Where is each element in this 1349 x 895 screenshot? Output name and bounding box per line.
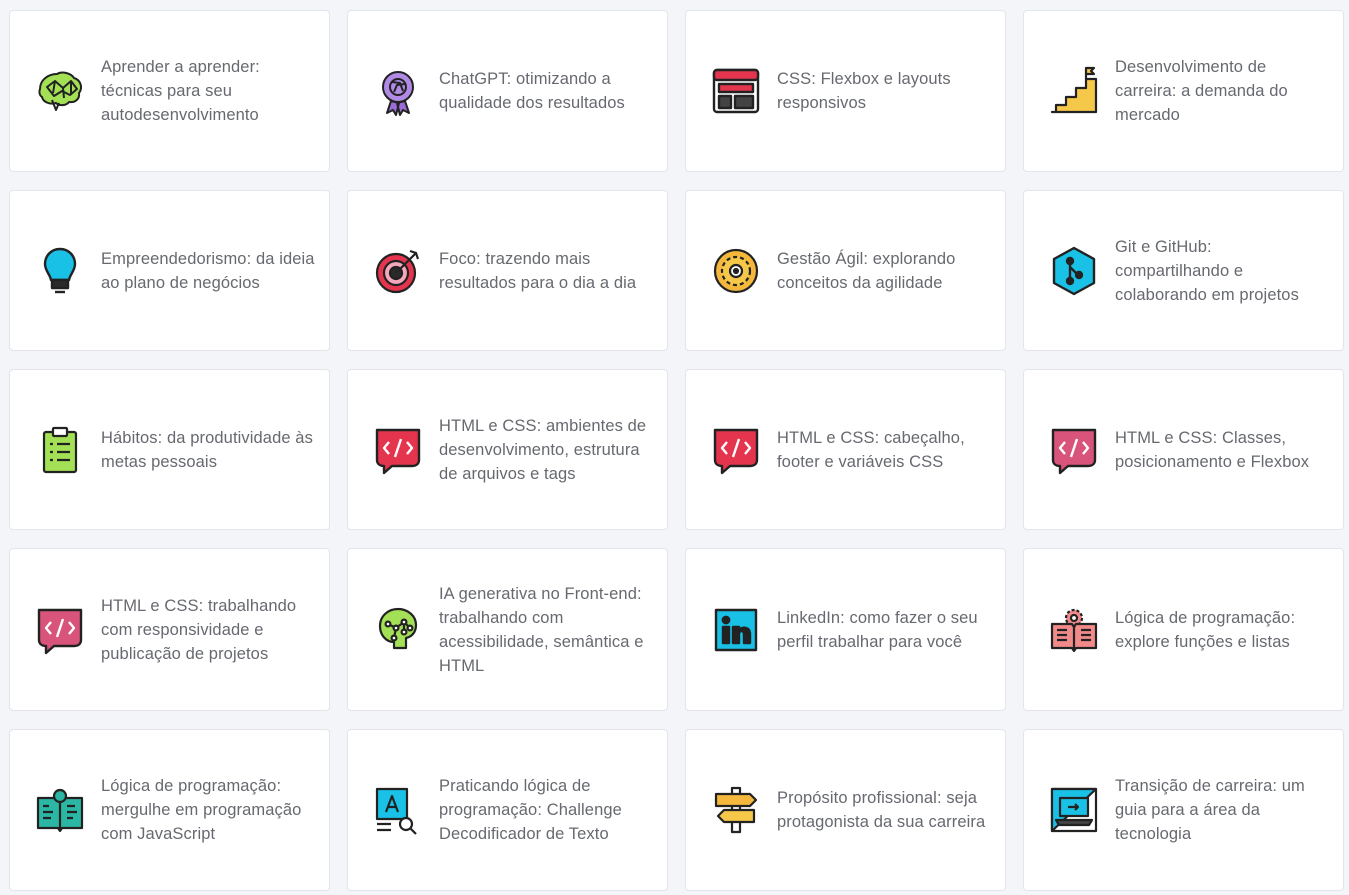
course-card[interactable]: Propósito profissional: seja protagonist… [685,729,1006,891]
git-hexagon-icon [1048,245,1100,297]
ai-brain-circuit-icon [372,604,424,656]
course-card[interactable]: LinkedIn: como fazer o seu perfil trabal… [685,548,1006,711]
course-title: HTML e CSS: ambientes de desenvolvimento… [439,416,647,483]
course-card[interactable]: IA generativa no Front-end: trabalhando … [347,548,668,711]
course-card[interactable]: Lógica de programação: explore funções e… [1023,548,1344,711]
course-title: HTML e CSS: cabeçalho, footer e variávei… [777,428,965,471]
signpost-icon [710,784,762,836]
course-card[interactable]: Transição de carreira: um guia para a ár… [1023,729,1344,891]
course-card[interactable]: Lógica de programação: mergulhe em progr… [9,729,330,891]
course-grid: Aprender a aprender: técnicas para seu a… [9,10,1344,891]
laptop-transition-icon [1048,784,1100,836]
html-code-icon [372,424,424,476]
course-title: HTML e CSS: trabalhando com responsivida… [101,596,297,663]
course-title: CSS: Flexbox e layouts responsivos [777,70,951,112]
target-icon [372,245,424,297]
open-book-gear-icon [1048,604,1100,656]
course-card[interactable]: Empreendedorismo: da ideia ao plano de n… [9,190,330,351]
course-title: Gestão Ágil: explorando conceitos da agi… [777,249,956,292]
course-card[interactable]: Aprender a aprender: técnicas para seu a… [9,10,330,172]
brain-icon [34,65,86,117]
course-title: Desenvolvimento de carreira: a demanda d… [1115,58,1288,124]
course-title: Empreendedorismo: da ideia ao plano de n… [101,249,315,292]
chatgpt-badge-icon [372,65,424,117]
agile-gear-icon [710,245,762,297]
course-card[interactable]: HTML e CSS: Classes, posicionamento e Fl… [1023,369,1344,530]
course-card[interactable]: Praticando lógica de programação: Challe… [347,729,668,891]
html-code-icon [710,424,762,476]
course-title: Aprender a aprender: técnicas para seu a… [101,58,260,124]
text-search-icon [372,784,424,836]
course-title: Lógica de programação: mergulhe em progr… [101,777,302,843]
flexbox-layout-icon [710,65,762,117]
course-title: Git e GitHub: compartilhando e colaboran… [1115,237,1299,304]
html-code-icon [34,604,86,656]
course-title: IA generativa no Front-end: trabalhando … [439,584,644,675]
course-card[interactable]: ChatGPT: otimizando a qualidade dos resu… [347,10,668,172]
course-title: LinkedIn: como fazer o seu perfil trabal… [777,608,978,651]
course-card[interactable]: Desenvolvimento de carreira: a demanda d… [1023,10,1344,172]
linkedin-icon [710,604,762,656]
clipboard-icon [34,424,86,476]
course-title: Foco: trazendo mais resultados para o di… [439,249,637,292]
course-card[interactable]: HTML e CSS: ambientes de desenvolvimento… [347,369,668,530]
course-title: Transição de carreira: um guia para a ár… [1115,777,1305,843]
course-title: Propósito profissional: seja protagonist… [777,789,986,831]
course-card[interactable]: HTML e CSS: trabalhando com responsivida… [9,548,330,711]
course-card[interactable]: Git e GitHub: compartilhando e colaboran… [1023,190,1344,351]
course-card[interactable]: Gestão Ágil: explorando conceitos da agi… [685,190,1006,351]
course-card[interactable]: Hábitos: da produtividade às metas pesso… [9,369,330,530]
html-code-icon [1048,424,1100,476]
code-book-icon [34,784,86,836]
course-title: ChatGPT: otimizando a qualidade dos resu… [439,70,625,112]
course-title: Praticando lógica de programação: Challe… [439,777,622,843]
course-card[interactable]: Foco: trazendo mais resultados para o di… [347,190,668,351]
stairs-flag-icon [1048,65,1100,117]
course-title: Lógica de programação: explore funções e… [1115,608,1296,651]
course-card[interactable]: CSS: Flexbox e layouts responsivos [685,10,1006,172]
course-card[interactable]: HTML e CSS: cabeçalho, footer e variávei… [685,369,1006,530]
lightbulb-icon [34,245,86,297]
course-title: Hábitos: da produtividade às metas pesso… [101,428,313,471]
course-title: HTML e CSS: Classes, posicionamento e Fl… [1115,428,1310,471]
